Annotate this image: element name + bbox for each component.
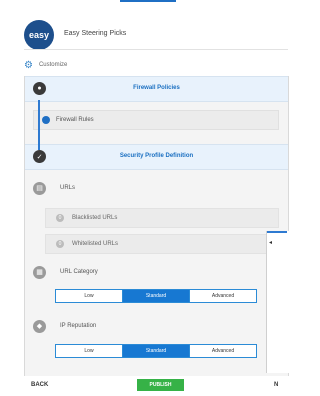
security-profile-title: Security Profile Definition <box>119 153 194 159</box>
shield-icon: ◆ <box>33 319 46 333</box>
ip-reputation-segmented-control: Low Standard Advanced <box>55 344 257 358</box>
url-category-option-low[interactable]: Low <box>56 290 123 302</box>
app-title: Easy Steering Picks <box>64 30 127 37</box>
firewall-policies-title: Firewall Policies <box>133 85 180 91</box>
ip-reputation-item: ◆ IP Reputation <box>33 314 96 338</box>
category-icon: ▦ <box>33 265 46 279</box>
side-panel-accent <box>267 231 287 233</box>
firewall-rules-label: Firewall Rules <box>56 117 94 123</box>
blacklisted-urls-label: Blacklisted URLs <box>72 215 118 221</box>
next-button[interactable]: N <box>274 382 278 388</box>
header-divider <box>24 49 288 50</box>
gear-icon: ⚙ <box>24 59 33 71</box>
ip-reputation-option-standard[interactable]: Standard <box>123 345 190 357</box>
chevron-left-icon[interactable]: ◂ <box>269 239 272 246</box>
url-category-option-advanced[interactable]: Advanced <box>190 290 256 302</box>
url-category-label: URL Category <box>60 269 98 275</box>
count-badge: 0 <box>56 240 64 248</box>
count-badge: 0 <box>56 214 64 222</box>
url-category-segmented-control: Low Standard Advanced <box>55 289 257 303</box>
app-header: easy Easy Steering Picks <box>0 10 288 50</box>
blacklisted-urls-row[interactable]: 0 Blacklisted URLs <box>45 208 279 228</box>
publish-button[interactable]: PUBLISH <box>137 379 184 391</box>
urls-label: URLs <box>60 185 76 191</box>
document-icon: ▤ <box>33 181 46 195</box>
url-category-option-standard[interactable]: Standard <box>123 290 190 302</box>
policy-frame: ● Firewall Policies Firewall Rules ✓ Sec… <box>24 76 289 376</box>
rule-dot-icon <box>42 116 50 124</box>
side-panel-edge[interactable]: ◂ <box>266 231 289 373</box>
customize-link[interactable]: ⚙ Customize <box>24 58 67 72</box>
footer-bar: BACK PUBLISH N <box>0 376 288 396</box>
top-accent-bar <box>120 0 176 2</box>
security-profile-header[interactable]: ✓ Security Profile Definition <box>25 144 288 170</box>
back-button[interactable]: BACK <box>31 382 48 388</box>
firewall-policies-header[interactable]: ● Firewall Policies <box>25 76 288 102</box>
ip-reputation-option-low[interactable]: Low <box>56 345 123 357</box>
firewall-rules-row[interactable]: Firewall Rules <box>33 110 279 130</box>
app-logo: easy <box>24 20 54 50</box>
ip-reputation-label: IP Reputation <box>60 323 97 329</box>
customize-label: Customize <box>38 62 68 68</box>
timeline-connector <box>38 100 40 150</box>
urls-item: ▤ URLs <box>33 176 75 200</box>
whitelisted-urls-row[interactable]: 0 Whitelisted URLs <box>45 234 279 254</box>
whitelisted-urls-label: Whitelisted URLs <box>72 241 119 247</box>
url-category-item: ▦ URL Category <box>33 260 98 284</box>
ip-reputation-option-advanced[interactable]: Advanced <box>190 345 256 357</box>
